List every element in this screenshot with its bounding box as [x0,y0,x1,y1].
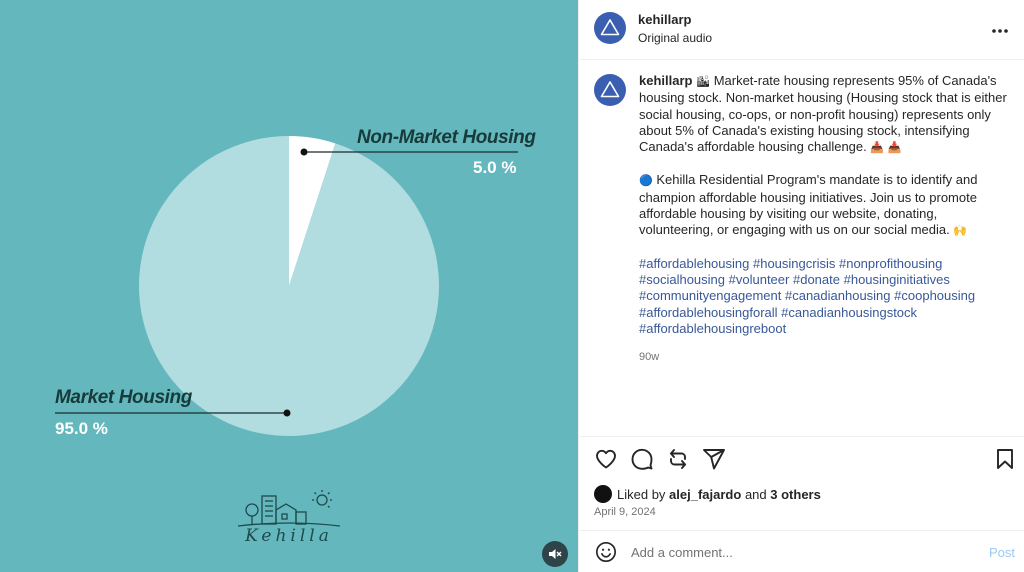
hashtag-link[interactable]: #canadianhousingstock [781,305,917,320]
liker-avatar[interactable] [594,485,612,503]
hashtag-link[interactable]: #socialhousing [639,272,725,287]
inbox-emoji: 📥 📥 [870,141,902,155]
post-comment-button[interactable]: Post [989,545,1015,560]
building-emoji: 🏙 [696,75,711,88]
likes-summary: Liked by alej_fajardo and 3 others [594,485,821,503]
comment-input[interactable] [631,542,971,562]
liked-by-user[interactable]: alej_fajardo [669,487,741,502]
speaker-muted-icon [549,549,562,559]
non-market-label: Non-Market Housing [357,127,536,148]
hashtag-link[interactable]: #nonprofithousing [839,256,942,271]
audio-label[interactable]: Original audio [638,31,712,45]
hashtag-link[interactable]: #affordablehousing [639,256,749,271]
post-header: kehillarp Original audio [579,0,1024,60]
caption-paragraph-1: Market-rate housing represents 95% of Ca… [639,73,1007,155]
more-options-button[interactable] [991,18,1009,39]
comment-bar: Post [579,530,1024,572]
hashtags: #affordablehousing #housingcrisis #nonpr… [639,256,1011,337]
hashtag-link[interactable]: #coophousing [894,288,975,303]
liked-by-and: and [744,486,767,502]
raised-hands-emoji: 🙌 [953,224,968,238]
caption-paragraph-2: Kehilla Residential Program's mandate is… [639,172,978,238]
caption-avatar[interactable] [594,74,626,106]
liked-by-prefix: Liked by [617,486,666,502]
non-market-value: 5.0 % [473,158,517,177]
logo-text: Kehilla [245,526,333,546]
blue-circle-emoji: 🔵 [639,174,653,188]
pie-chart [55,136,518,437]
comment-icon[interactable] [630,447,654,471]
smiley-icon[interactable] [595,541,617,563]
hashtag-link[interactable]: #affordablehousingforall [639,305,778,320]
mute-button[interactable] [542,541,568,567]
leader-dot [300,148,308,156]
kehilla-logo: Kehilla [234,488,344,550]
post-media[interactable]: Non-Market Housing 5.0 % Market Housing … [0,0,578,572]
action-bar: Liked by alej_fajardo and 3 others April… [579,436,1024,530]
bookmark-icon[interactable] [993,447,1017,471]
post-date[interactable]: April 9, 2024 [594,506,656,518]
caption-username[interactable]: kehillarp [639,73,692,88]
hashtag-link[interactable]: #housingcrisis [753,256,835,271]
caption-section: kehillarp 🏙 Market-rate housing represen… [579,60,1024,436]
more-horizontal-icon [992,29,1008,33]
hashtag-link[interactable]: #communityengagement [639,288,781,303]
triangle-logo-icon [600,19,620,36]
hashtag-link[interactable]: #canadianhousing [785,288,891,303]
leader-dot [283,409,291,417]
caption-text: kehillarp 🏙 Market-rate housing represen… [639,73,1011,365]
hashtag-link[interactable]: #housinginitiatives [844,272,950,287]
market-value: 95.0 % [55,419,108,438]
heart-icon[interactable] [594,447,618,471]
header-username[interactable]: kehillarp [638,12,691,27]
triangle-logo-icon [600,81,620,98]
hashtag-link[interactable]: #donate [793,272,840,287]
repost-icon[interactable] [666,447,690,471]
hashtag-link[interactable]: #volunteer [729,272,790,287]
market-label: Market Housing [55,387,192,408]
hashtag-link[interactable]: #affordablehousingreboot [639,321,786,336]
send-icon[interactable] [702,447,726,471]
time-ago[interactable]: 90w [639,349,1011,365]
liked-by-others[interactable]: 3 others [770,487,821,502]
avatar[interactable] [594,12,626,44]
post-sidebar: kehillarp Original audio kehillarp 🏙 Mar… [578,0,1024,572]
